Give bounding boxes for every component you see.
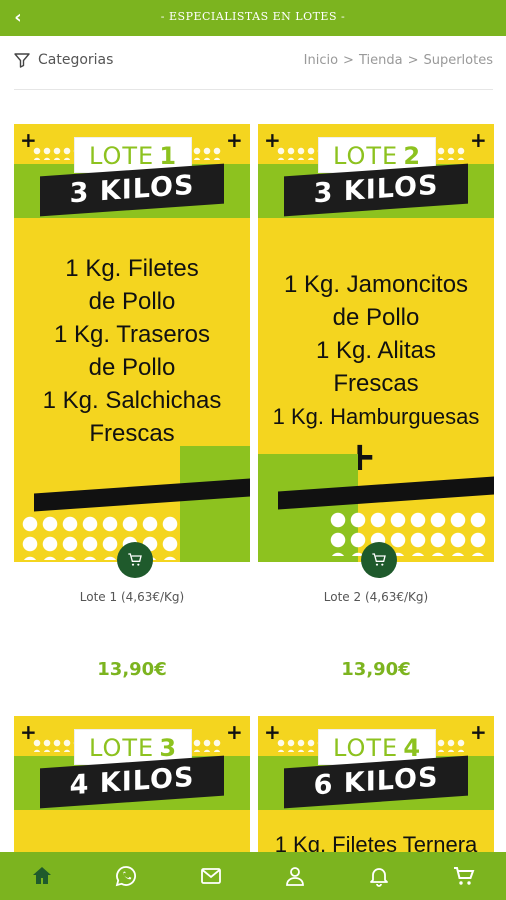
lote-contents: 1 Kg. Jamoncitos de Pollo 1 Kg. Alitas F… bbox=[272, 271, 480, 429]
product-image[interactable]: + + LOTE 4 6 KILOS 1 Kg. Filetes Ternera bbox=[258, 716, 494, 852]
plus-icon: + bbox=[20, 128, 37, 152]
cart-icon bbox=[128, 553, 142, 566]
cart-icon bbox=[453, 867, 475, 885]
cart-icon bbox=[372, 553, 386, 566]
tab-cart[interactable] bbox=[422, 852, 506, 900]
plus-icon: + bbox=[20, 720, 37, 744]
add-to-cart-button[interactable] bbox=[361, 542, 397, 578]
plus-icon: + bbox=[264, 720, 281, 744]
plus-icon: + bbox=[470, 128, 487, 152]
top-bar: ‹ - ESPECIALISTAS EN LOTES - bbox=[0, 0, 506, 36]
product-image[interactable]: + + LOTE 2 3 KILOS 1 Kg. Jamoncitos de P… bbox=[258, 124, 494, 562]
bottom-nav bbox=[0, 852, 506, 900]
categories-filter-button[interactable]: Categorias bbox=[14, 52, 113, 68]
filter-bar: Categorias Inicio > Tienda > Superlotes bbox=[0, 36, 506, 90]
poster-header: + + LOTE 1 3 KILOS bbox=[14, 124, 250, 228]
categories-label: Categorias bbox=[38, 52, 114, 68]
product-name[interactable]: Lote 2 (4,63€/Kg) bbox=[258, 590, 494, 604]
tab-account[interactable] bbox=[253, 852, 337, 900]
bell-icon bbox=[370, 868, 389, 887]
breadcrumb-separator: > bbox=[407, 53, 419, 68]
product-price: 13,90€ bbox=[97, 659, 167, 680]
product-image[interactable]: + + LOTE 1 3 KILOS 1 Kg. Filetes de Poll… bbox=[14, 124, 250, 562]
poster-header: + + LOTE 4 6 KILOS bbox=[258, 716, 494, 820]
poster-header: + + LOTE 2 3 KILOS bbox=[258, 124, 494, 228]
breadcrumb-tienda[interactable]: Tienda bbox=[359, 53, 403, 68]
breadcrumb-inicio[interactable]: Inicio bbox=[304, 53, 338, 68]
breadcrumb-superlotes: Superlotes bbox=[423, 53, 493, 68]
tab-home[interactable] bbox=[0, 852, 84, 900]
lote-contents: 1 Kg. Filetes Ternera bbox=[274, 832, 478, 852]
user-icon bbox=[286, 867, 305, 886]
product-price: 13,90€ bbox=[341, 659, 411, 680]
filter-icon bbox=[14, 53, 30, 68]
lote-contents: 1 Kg. Filetes de Pollo 1 Kg. Traseros de… bbox=[42, 255, 222, 447]
tab-whatsapp[interactable] bbox=[84, 852, 168, 900]
tab-notifications[interactable] bbox=[337, 852, 421, 900]
plus-icon: + bbox=[226, 128, 243, 152]
divider bbox=[14, 89, 493, 90]
poster-header: + + LOTE 3 4 KILOS bbox=[14, 716, 250, 820]
plus-icon: + bbox=[264, 128, 281, 152]
plus-icon: + bbox=[226, 720, 243, 744]
tab-mail[interactable] bbox=[169, 852, 253, 900]
add-to-cart-button[interactable] bbox=[117, 542, 153, 578]
breadcrumb-separator: > bbox=[343, 53, 354, 68]
mail-icon bbox=[200, 868, 221, 884]
whatsapp-icon bbox=[116, 866, 137, 887]
page-title: - ESPECIALISTAS EN LOTES - bbox=[160, 10, 346, 23]
home-icon bbox=[33, 867, 52, 884]
breadcrumb: Inicio > Tienda > Superlotes bbox=[304, 53, 493, 68]
product-name[interactable]: Lote 1 (4,63€/Kg) bbox=[14, 590, 250, 604]
product-image[interactable]: + + LOTE 3 4 KILOS bbox=[14, 716, 250, 852]
plus-icon: + bbox=[470, 720, 487, 744]
